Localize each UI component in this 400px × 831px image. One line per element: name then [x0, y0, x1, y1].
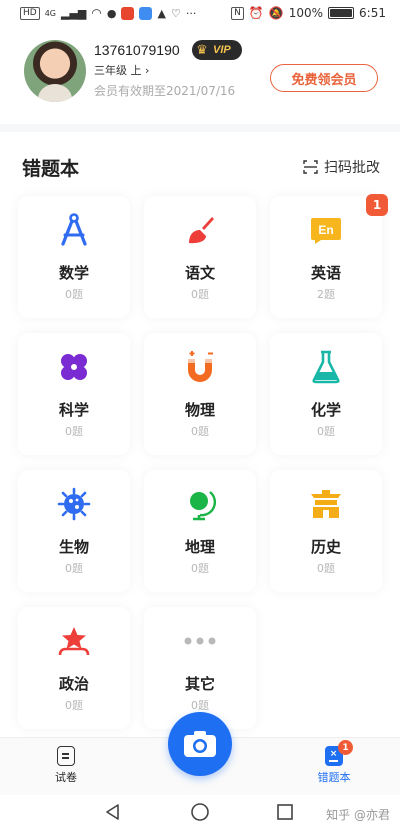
subject-name: 化学	[310, 401, 341, 419]
subject-name: 数学	[58, 264, 89, 282]
subject-count: 0题	[65, 562, 83, 575]
user-phone: 13761079190	[94, 42, 180, 58]
magnet-icon	[182, 349, 218, 385]
watermark: 知乎 @亦君	[326, 808, 390, 822]
subject-card[interactable]: 其它 0题	[144, 607, 256, 729]
app-icon-red	[121, 6, 135, 20]
subject-card[interactable]: 地理 0题	[144, 470, 256, 592]
section-divider	[0, 124, 400, 132]
crown-icon: ♛	[196, 42, 208, 58]
battery-icon	[328, 7, 355, 19]
subject-card[interactable]: 语文 0题	[144, 196, 256, 318]
tab-mistakes[interactable]: × 错题本 1	[304, 740, 364, 785]
status-left: HD 4G ▂▄▆ ◠ ● ▲ ♡ ···	[20, 6, 196, 20]
clock: 6:51	[359, 6, 386, 20]
vip-badge[interactable]: ♛ VIP	[192, 40, 242, 60]
tab-mistakes-badge: 1	[338, 740, 353, 755]
brush-icon	[182, 212, 218, 248]
heart-icon: ♡	[170, 6, 181, 20]
subject-card[interactable]: 科学 0题	[18, 333, 130, 455]
vip-label: VIP	[213, 44, 231, 56]
atom-icon	[56, 349, 92, 385]
signal-text: 4G	[44, 8, 56, 18]
grade-selector[interactable]: 三年级 上 ›	[94, 62, 149, 78]
subject-count: 0题	[65, 425, 83, 438]
subject-card[interactable]: En 英语 2题 1	[270, 194, 388, 318]
virus-icon	[56, 486, 92, 522]
subject-count: 0题	[191, 288, 209, 301]
globe-icon	[182, 486, 218, 522]
more-dots-icon	[182, 623, 218, 659]
camera-icon	[184, 731, 216, 757]
back-icon[interactable]	[104, 803, 122, 821]
bell-icon: ▲	[157, 6, 166, 20]
subject-card[interactable]: 历史 0题	[270, 470, 382, 592]
status-right: N ⏰ 🔕 100% 6:51	[231, 6, 386, 20]
subject-name: 历史	[310, 538, 341, 556]
status-bar: HD 4G ▂▄▆ ◠ ● ▲ ♡ ··· N ⏰ 🔕 100% 6:51	[0, 0, 400, 26]
star-badge-icon	[56, 623, 92, 659]
recents-icon[interactable]	[276, 803, 294, 821]
document-icon	[57, 746, 75, 766]
subject-count: 0题	[191, 699, 209, 712]
subject-card[interactable]: 化学 0题	[270, 333, 382, 455]
section-title: 错题本	[22, 158, 80, 180]
subject-name: 科学	[58, 401, 89, 419]
hd-indicator: HD	[20, 6, 40, 20]
flask-icon	[308, 349, 344, 385]
camera-button[interactable]	[168, 712, 232, 776]
subject-name: 地理	[184, 538, 215, 556]
subject-count: 0题	[65, 699, 83, 712]
tab-papers[interactable]: 试卷	[36, 746, 96, 785]
compass-icon	[56, 212, 92, 248]
app-icon-blue	[139, 6, 153, 20]
signal-icon: ▂▄▆	[61, 6, 87, 20]
more-icon: ···	[185, 6, 197, 20]
subject-card[interactable]: 数学 0题	[18, 196, 130, 318]
membership-expiry: 会员有效期至2021/07/16	[94, 84, 236, 98]
subject-name: 物理	[184, 401, 215, 419]
english-bubble-icon: En	[308, 212, 344, 248]
subject-badge: 1	[366, 194, 388, 216]
subject-count: 0题	[65, 288, 83, 301]
scan-label: 扫码批改	[324, 160, 380, 176]
subject-name: 政治	[58, 675, 89, 693]
subject-card[interactable]: 生物 0题	[18, 470, 130, 592]
scan-icon	[303, 160, 318, 174]
subject-name: 语文	[184, 264, 215, 282]
subject-count: 0题	[317, 425, 335, 438]
tab-papers-label: 试卷	[55, 771, 77, 784]
svg-text:En: En	[318, 223, 333, 237]
mute-icon: 🔕	[268, 6, 284, 20]
subject-count: 0题	[191, 425, 209, 438]
avatar[interactable]	[24, 40, 86, 102]
wifi-icon: ◠	[91, 6, 102, 20]
tab-mistakes-label: 错题本	[317, 771, 351, 784]
subject-name: 英语	[310, 264, 341, 282]
scan-correct-button[interactable]: 扫码批改	[303, 157, 380, 177]
subject-count: 0题	[317, 562, 335, 575]
profile-header: 13761079190 ♛ VIP 三年级 上 › 会员有效期至2021/07/…	[0, 26, 400, 122]
temple-icon	[308, 486, 344, 522]
subject-card[interactable]: 政治 0题	[18, 607, 130, 729]
subject-name: 其它	[184, 675, 215, 693]
subject-count: 0题	[191, 562, 209, 575]
alarm-icon: ⏰	[248, 6, 264, 20]
nfc-icon: N	[231, 6, 244, 20]
subject-name: 生物	[58, 538, 89, 556]
home-icon[interactable]	[190, 802, 210, 822]
free-membership-button[interactable]: 免费领会员	[270, 64, 378, 92]
wechat-icon: ●	[106, 6, 117, 20]
subject-count: 2题	[317, 288, 335, 301]
subject-card[interactable]: 物理 0题	[144, 333, 256, 455]
battery-text: 100%	[288, 6, 324, 20]
